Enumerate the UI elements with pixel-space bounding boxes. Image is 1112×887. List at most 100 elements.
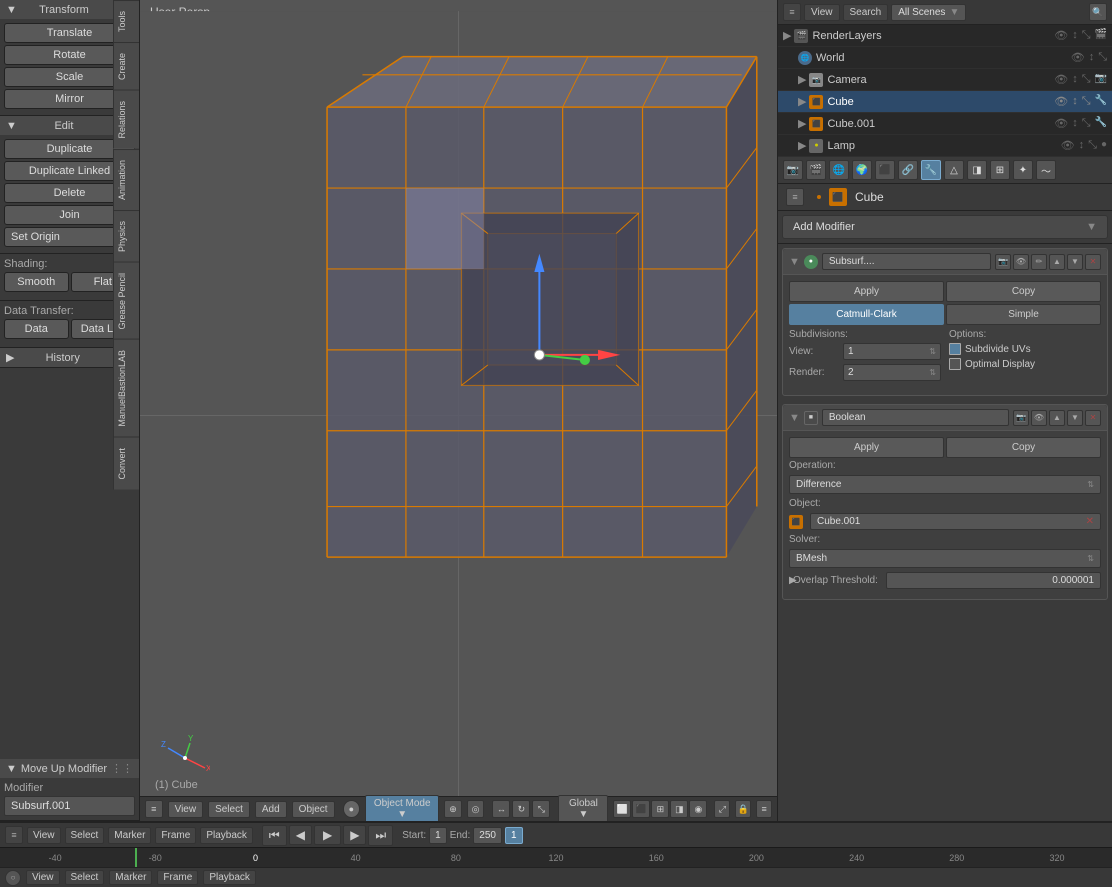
- render-value-field[interactable]: 2 ⇅: [843, 364, 941, 381]
- wireframe-icon[interactable]: ⬜: [613, 800, 631, 818]
- settings-icon[interactable]: ≡: [756, 800, 772, 818]
- scale-icon[interactable]: ⤡: [532, 800, 550, 818]
- subsurf-copy-button[interactable]: Copy: [946, 281, 1101, 302]
- world-extra[interactable]: ⤡: [1098, 51, 1107, 64]
- search-menu[interactable]: Search: [843, 4, 889, 21]
- maximize-icon[interactable]: ⤢: [714, 800, 730, 818]
- data-button[interactable]: Data: [4, 319, 69, 339]
- relations-tab[interactable]: Relations: [113, 90, 140, 149]
- prop-icon-object[interactable]: ⬛: [875, 160, 895, 180]
- boolean-copy-button[interactable]: Copy: [946, 437, 1101, 458]
- object-mode-select[interactable]: Object Mode ▼: [365, 795, 439, 821]
- current-frame-field[interactable]: 1: [505, 827, 523, 844]
- renderlayers-camera[interactable]: ↕: [1072, 29, 1078, 42]
- timeline-menu-icon[interactable]: ≡: [5, 826, 23, 844]
- camera-cam[interactable]: ↕: [1072, 73, 1078, 86]
- cube-extra[interactable]: ⤡: [1082, 95, 1091, 108]
- snap-icon[interactable]: ⊕: [444, 800, 462, 818]
- start-frame-field[interactable]: 1: [429, 827, 447, 844]
- camera-lock-icon[interactable]: 🔒: [735, 800, 751, 818]
- camera-extra[interactable]: ⤡: [1082, 73, 1091, 86]
- prop-icon-modifier[interactable]: 🔧: [921, 160, 941, 180]
- status-marker-btn[interactable]: Marker: [109, 870, 152, 885]
- next-frame-btn[interactable]: ▶: [343, 825, 366, 845]
- manuel-bastion-lab-tab[interactable]: ManuelBastionLAB: [113, 339, 140, 437]
- timeline-select-menu[interactable]: Select: [65, 827, 105, 844]
- tools-tab[interactable]: Tools: [113, 0, 140, 42]
- world-eye[interactable]: 👁: [1071, 51, 1085, 64]
- subdivide-uvs-checkbox[interactable]: [949, 343, 961, 355]
- subsurf-apply-button[interactable]: Apply: [789, 281, 944, 302]
- timeline-marker-menu[interactable]: Marker: [108, 827, 151, 844]
- subsurf-name-input[interactable]: Subsurf....: [822, 253, 991, 270]
- viewport-view-menu[interactable]: View: [168, 801, 204, 818]
- prop-icon-data[interactable]: △: [944, 160, 964, 180]
- prop-icon-render[interactable]: 🎬: [806, 160, 826, 180]
- lamp-extra[interactable]: ⤡: [1088, 139, 1097, 152]
- cube001-eye[interactable]: 👁: [1054, 117, 1068, 130]
- prop-icon-particles[interactable]: ✦: [1013, 160, 1033, 180]
- search-icon[interactable]: 🔍: [1089, 3, 1107, 21]
- cube001-cam[interactable]: ↕: [1072, 117, 1078, 130]
- translate-icon[interactable]: ↔: [492, 800, 510, 818]
- prop-icon-world[interactable]: 🌍: [852, 160, 872, 180]
- prop-icon-constraint[interactable]: 🔗: [898, 160, 918, 180]
- timeline-playback-menu[interactable]: Playback: [200, 827, 253, 844]
- catmull-clark-tab[interactable]: Catmull-Clark: [789, 304, 944, 325]
- viewport-select-menu[interactable]: Select: [208, 801, 250, 818]
- prop-icon-texture[interactable]: ⊞: [990, 160, 1010, 180]
- boolean-down-icon[interactable]: ▼: [1067, 410, 1083, 426]
- move-up-header[interactable]: ▼ Move Up Modifier ⋮⋮: [0, 759, 139, 778]
- optimal-display-checkbox[interactable]: [949, 358, 961, 370]
- boolean-apply-button[interactable]: Apply: [789, 437, 944, 458]
- proportional-edit-icon[interactable]: ◎: [467, 800, 485, 818]
- outliner-menu-icon[interactable]: ≡: [783, 3, 801, 21]
- subsurf-delete-icon[interactable]: ✕: [1085, 254, 1101, 270]
- subsurf-edit-icon[interactable]: ✏: [1031, 254, 1047, 270]
- timeline-frame-menu[interactable]: Frame: [155, 827, 196, 844]
- texture-icon[interactable]: ⊞: [651, 800, 669, 818]
- prop-icon-scene[interactable]: 🌐: [829, 160, 849, 180]
- outliner-item-camera[interactable]: ▶ 📷 Camera 👁 ↕ ⤡ 📷: [778, 69, 1112, 91]
- cube-cam[interactable]: ↕: [1072, 95, 1078, 108]
- object-value-field[interactable]: Cube.001 ✕: [810, 513, 1101, 530]
- viewport-menu-icon[interactable]: ≡: [145, 800, 163, 818]
- overlap-threshold-value-field[interactable]: 0.000001: [886, 572, 1101, 589]
- cube001-extra[interactable]: ⤡: [1082, 117, 1091, 130]
- outliner-item-renderlayers[interactable]: ▶ 🎬 RenderLayers 👁 ↕ ⤡ 🎬: [778, 25, 1112, 47]
- view-value-field[interactable]: 1 ⇅: [843, 343, 941, 360]
- status-playback-btn[interactable]: Playback: [203, 870, 256, 885]
- subsurf-down-icon[interactable]: ▼: [1067, 254, 1083, 270]
- subsurf-vis-icon[interactable]: ●: [804, 255, 818, 269]
- boolean-name-input[interactable]: Boolean: [822, 409, 1009, 426]
- prop-icon-camera[interactable]: 📷: [783, 160, 803, 180]
- object-clear-icon[interactable]: ✕: [1086, 516, 1094, 527]
- simple-tab[interactable]: Simple: [946, 304, 1101, 325]
- cube-eye[interactable]: 👁: [1054, 95, 1068, 108]
- jump-to-start-btn[interactable]: ⏮: [262, 825, 287, 846]
- create-tab[interactable]: Create: [113, 42, 140, 90]
- renderlayers-eye[interactable]: 👁: [1054, 29, 1068, 42]
- boolean-camera-icon[interactable]: 📷: [1013, 410, 1029, 426]
- viewport[interactable]: User Persp: [140, 0, 777, 821]
- boolean-delete-icon[interactable]: ✕: [1085, 410, 1101, 426]
- camera-eye[interactable]: 👁: [1054, 73, 1068, 86]
- scene-selector[interactable]: All Scenes ▼: [891, 4, 966, 21]
- boolean-eye-icon[interactable]: 👁: [1031, 410, 1047, 426]
- jump-to-end-btn[interactable]: ⏭: [368, 825, 393, 846]
- convert-tab[interactable]: Convert: [113, 437, 140, 490]
- status-select-btn[interactable]: Select: [65, 870, 105, 885]
- status-frame-btn[interactable]: Frame: [157, 870, 198, 885]
- view-menu[interactable]: View: [804, 4, 840, 21]
- subsurf-up-icon[interactable]: ▲: [1049, 254, 1065, 270]
- outliner-item-world[interactable]: 🌐 World 👁 ↕ ⤡: [778, 47, 1112, 69]
- timeline-view-menu[interactable]: View: [27, 827, 61, 844]
- add-modifier-button[interactable]: Add Modifier ▼: [782, 215, 1108, 239]
- boolean-vis-icon[interactable]: ■: [804, 411, 818, 425]
- material-icon[interactable]: ◨: [670, 800, 688, 818]
- modifier-name-input[interactable]: [4, 796, 135, 816]
- rendered-icon[interactable]: ◉: [689, 800, 707, 818]
- global-select[interactable]: Global ▼: [558, 795, 608, 821]
- animation-tab[interactable]: Animation: [113, 149, 140, 210]
- subsurf-eye-icon[interactable]: 👁: [1013, 254, 1029, 270]
